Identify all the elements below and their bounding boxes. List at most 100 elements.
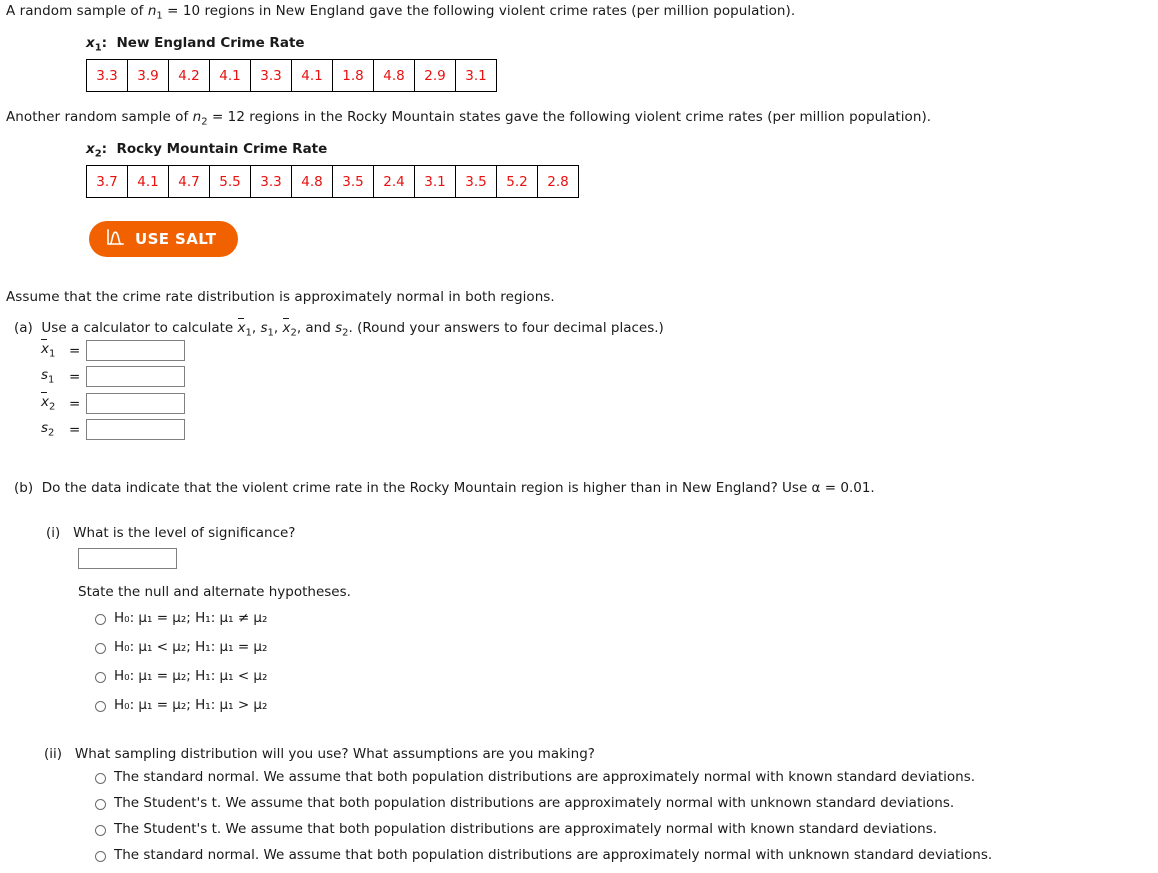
data-cell: 3.7 [86,165,128,198]
new-england-data-table: 3.3 3.9 4.2 4.1 3.3 4.1 1.8 4.8 2.9 3.1 [86,59,497,92]
distribution-curve-icon [106,228,125,250]
data-cell: 3.5 [455,165,497,198]
x2-bar-label: x2 [41,391,56,413]
hypothesis-option-0[interactable]: H₀: μ₁ = μ₂; H₁: μ₁ ≠ μ₂ [95,610,268,627]
sampling-option-3-label: The standard normal. We assume that both… [114,847,993,863]
part-a-prompt: (a) Use a calculator to calculate x1, s1… [14,317,664,339]
part-b-prompt: (b) Do the data indicate that the violen… [14,480,875,496]
assume-normality-text: Assume that the crime rate distribution … [6,289,555,305]
sub-ii-marker: (ii) [44,746,63,762]
data-cell: 3.9 [127,59,169,92]
radio-button-icon[interactable] [95,672,106,683]
table-row: 3.7 4.1 4.7 5.5 3.3 4.8 3.5 2.4 3.1 3.5 … [86,165,579,198]
hypothesis-option-1-label: H₀: μ₁ < μ₂; H₁: μ₁ = μ₂ [114,639,268,655]
intro-1-post: = 10 regions in New England gave the fol… [162,3,796,19]
intro-paragraph-2: Another random sample of n2 = 12 regions… [6,109,931,128]
sampling-option-2[interactable]: The Student's t. We assume that both pop… [95,821,938,838]
equals-sign: = [69,395,81,412]
part-a-prompt-post: . (Round your answers to four decimal pl… [348,320,664,336]
data-cell: 4.1 [209,59,251,92]
stat-row-x1-bar: x1 = [41,338,186,361]
intro-1-pre: A random sample of [6,3,148,19]
radio-button-icon[interactable] [95,773,106,784]
n2-symbol: n [192,109,202,125]
sampling-option-0-label: The standard normal. We assume that both… [114,769,976,785]
table-row: 3.3 3.9 4.2 4.1 3.3 4.1 1.8 4.8 2.9 3.1 [86,59,497,92]
part-b-question: Do the data indicate that the violent cr… [41,480,875,496]
x1-bar-label: x1 [41,338,56,360]
state-hypotheses-prompt: State the null and alternate hypotheses. [78,584,351,600]
sample-1-title: New England Crime Rate [116,35,305,51]
data-cell: 3.1 [414,165,456,198]
data-cell: 2.4 [373,165,415,198]
s1-input[interactable] [86,366,186,387]
radio-button-icon[interactable] [95,643,106,654]
use-salt-label: USE SALT [135,230,217,248]
data-cell: 3.3 [86,59,128,92]
hypothesis-option-3-label: H₀: μ₁ = μ₂; H₁: μ₁ > μ₂ [114,697,268,713]
data-cell: 3.3 [250,165,292,198]
sub-ii-question: What sampling distribution will you use?… [74,746,595,762]
part-a-marker: (a) [14,320,33,336]
part-b-marker: (b) [14,480,34,496]
data-cell: 3.1 [455,59,497,92]
x1-subscript: 1 [94,42,102,54]
s2-label: s2 [41,420,55,439]
s2-input[interactable] [86,419,186,440]
radio-button-icon[interactable] [95,701,106,712]
sample-2-label: x2: Rocky Mountain Crime Rate [86,141,328,160]
data-cell: 4.1 [291,59,333,92]
sub-i-question: What is the level of significance? [73,525,296,541]
data-cell: 4.1 [127,165,169,198]
data-cell: 3.5 [332,165,374,198]
equals-sign: = [69,421,81,438]
data-cell: 1.8 [332,59,374,92]
data-cell: 3.3 [250,59,292,92]
radio-button-icon[interactable] [95,614,106,625]
sample-2-title: Rocky Mountain Crime Rate [116,141,328,157]
s1-symbol: s [260,320,268,336]
sample-1-label: x1: New England Crime Rate [86,35,305,54]
data-cell: 5.2 [496,165,538,198]
data-cell: 4.2 [168,59,210,92]
x2-subscript: 2 [94,148,102,160]
data-cell: 5.5 [209,165,251,198]
part-a-prompt-pre: Use a calculator to calculate [41,320,238,336]
sampling-option-1[interactable]: The Student's t. We assume that both pop… [95,795,955,812]
part-b-i-prompt: (i) What is the level of significance? [46,525,295,541]
x2-bar-symbol: x [282,317,291,336]
use-salt-button[interactable]: USE SALT [89,221,239,257]
radio-button-icon[interactable] [95,851,106,862]
radio-button-icon[interactable] [95,825,106,836]
x2-symbol: x [86,141,95,157]
rocky-mountain-data-table: 3.7 4.1 4.7 5.5 3.3 4.8 3.5 2.4 3.1 3.5 … [86,165,579,198]
data-cell: 2.9 [414,59,456,92]
x1-bar-symbol: x [237,317,246,336]
intro-2-post: = 12 regions in the Rocky Mountain state… [207,109,932,125]
radio-button-icon[interactable] [95,799,106,810]
data-cell: 4.7 [168,165,210,198]
sampling-option-0[interactable]: The standard normal. We assume that both… [95,769,976,786]
hypothesis-option-1[interactable]: H₀: μ₁ < μ₂; H₁: μ₁ = μ₂ [95,639,268,656]
data-cell: 4.8 [291,165,333,198]
sampling-option-2-label: The Student's t. We assume that both pop… [114,821,938,837]
intro-2-pre: Another random sample of [6,109,193,125]
stat-row-x2-bar: x2 = [41,391,186,414]
hypothesis-option-2-label: H₀: μ₁ = μ₂; H₁: μ₁ < μ₂ [114,668,268,684]
x1-bar-input[interactable] [86,340,186,361]
hypothesis-option-3[interactable]: H₀: μ₁ = μ₂; H₁: μ₁ > μ₂ [95,697,268,714]
equals-sign: = [69,368,81,385]
level-of-significance-input[interactable] [78,548,177,569]
stat-row-s2: s2 = [41,419,186,440]
intro-paragraph-1: A random sample of n1 = 10 regions in Ne… [6,3,795,22]
sampling-option-3[interactable]: The standard normal. We assume that both… [95,847,993,864]
data-cell: 4.8 [373,59,415,92]
sampling-option-1-label: The Student's t. We assume that both pop… [114,795,955,811]
part-b-ii-prompt: (ii) What sampling distribution will you… [44,746,595,762]
x2-bar-input[interactable] [86,393,186,414]
x1-symbol: x [86,35,95,51]
hypothesis-option-0-label: H₀: μ₁ = μ₂; H₁: μ₁ ≠ μ₂ [114,610,268,626]
hypothesis-option-2[interactable]: H₀: μ₁ = μ₂; H₁: μ₁ < μ₂ [95,668,268,685]
sub-i-marker: (i) [46,525,61,541]
stat-row-s1: s1 = [41,366,186,387]
